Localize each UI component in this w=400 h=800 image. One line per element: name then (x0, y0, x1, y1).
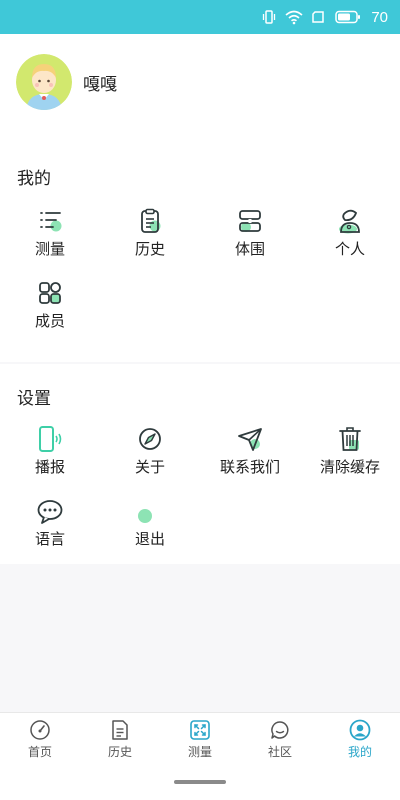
grid-item-label: 个人 (334, 240, 365, 258)
grid-item-contact-us[interactable]: 联系我们 (200, 424, 300, 496)
document-icon (108, 718, 132, 742)
grid-item-history[interactable]: 历史 (100, 206, 200, 278)
grid-item-label: 成员 (34, 312, 65, 330)
section-title-settings: 设置 (17, 389, 51, 409)
tab-measure[interactable]: 测量 (160, 713, 240, 764)
user-circle-icon (348, 718, 372, 742)
grid-item-label: 退出 (134, 530, 165, 548)
mine-section: 我的 测量 历史 体围 个人 成员 (0, 130, 400, 362)
empty-area (0, 564, 400, 712)
gauge-icon (28, 718, 52, 742)
tab-history[interactable]: 历史 (80, 713, 160, 764)
grid-item-clear-cache[interactable]: 清除缓存 (300, 424, 400, 496)
grid-item-label: 测量 (34, 240, 65, 258)
tab-label: 历史 (107, 744, 132, 759)
section-title-mine: 我的 (17, 169, 51, 189)
tab-label: 社区 (267, 744, 292, 759)
tab-bar: 首页 历史 测量 社区 我的 (0, 712, 400, 764)
scan-icon (188, 718, 212, 742)
battery-icon (335, 10, 361, 24)
mine-grid: 测量 历史 体围 个人 成员 (0, 206, 400, 350)
avatar[interactable] (16, 54, 72, 110)
tab-label: 首页 (27, 744, 52, 759)
paper-plane-icon (235, 424, 265, 454)
compass-icon (135, 424, 165, 454)
grid-item-label: 播报 (34, 458, 65, 476)
grid-item-logout[interactable]: 退出 (100, 496, 200, 568)
chat-bubble-icon (35, 496, 65, 526)
person-icon (335, 206, 365, 236)
battery-level: 70 (371, 8, 388, 26)
logout-dot-icon (135, 496, 165, 526)
members-icon (35, 278, 65, 308)
list-icon (35, 206, 65, 236)
clipboard-icon (135, 206, 165, 236)
status-bar: 70 (0, 0, 400, 34)
tab-community[interactable]: 社区 (240, 713, 320, 764)
tab-label: 我的 (347, 744, 372, 759)
home-indicator[interactable] (174, 780, 226, 784)
grid-item-members[interactable]: 成员 (0, 278, 100, 350)
grid-item-body-measure[interactable]: 体围 (200, 206, 300, 278)
tab-label: 测量 (187, 744, 212, 759)
grid-item-label: 清除缓存 (319, 458, 380, 476)
chat-icon (268, 718, 292, 742)
settings-section: 设置 播报 关于 联系我们 清除缓存 语言 退出 (0, 364, 400, 564)
grid-item-label: 联系我们 (219, 458, 280, 476)
grid-item-broadcast[interactable]: 播报 (0, 424, 100, 496)
nickname: 嘎嘎 (83, 74, 117, 95)
tab-mine[interactable]: 我的 (320, 713, 400, 764)
tab-home[interactable]: 首页 (0, 713, 80, 764)
grid-item-label: 体围 (234, 240, 265, 258)
grid-item-language[interactable]: 语言 (0, 496, 100, 568)
wifi-icon (285, 9, 303, 25)
grid-item-label: 语言 (34, 530, 65, 548)
profile-header[interactable]: 嘎嘎 (0, 34, 400, 130)
body-measure-icon (235, 206, 265, 236)
vibrate-icon (261, 9, 277, 25)
system-nav-bar (0, 764, 400, 800)
phone-broadcast-icon (35, 424, 65, 454)
grid-item-measure[interactable]: 测量 (0, 206, 100, 278)
settings-grid: 播报 关于 联系我们 清除缓存 语言 退出 (0, 424, 400, 568)
trash-icon (335, 424, 365, 454)
grid-item-label: 历史 (134, 240, 165, 258)
grid-item-personal[interactable]: 个人 (300, 206, 400, 278)
grid-item-about[interactable]: 关于 (100, 424, 200, 496)
grid-item-label: 关于 (134, 458, 165, 476)
sim-card-icon (311, 9, 327, 25)
